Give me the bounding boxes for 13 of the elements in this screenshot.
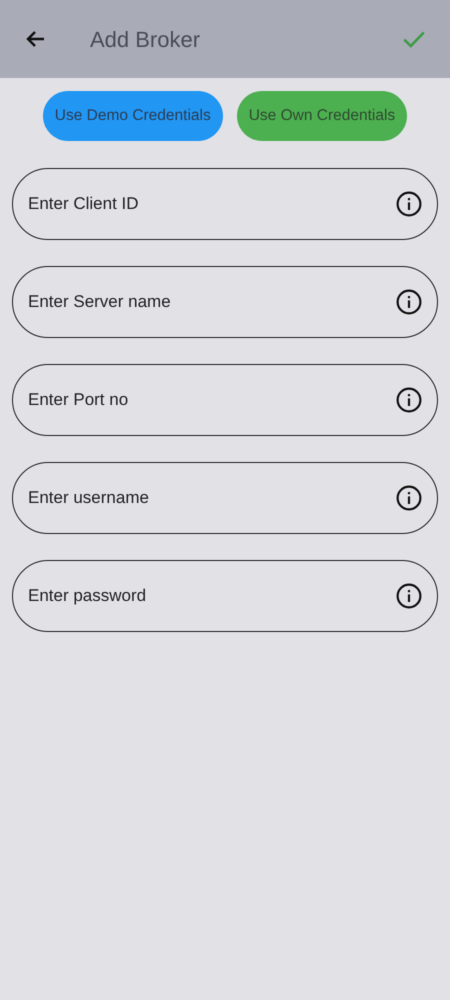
info-icon[interactable] xyxy=(396,289,422,315)
input-field[interactable]: Enter Server name xyxy=(12,266,438,338)
input-field[interactable]: Enter password xyxy=(12,560,438,632)
input-field[interactable]: Enter username xyxy=(12,462,438,534)
info-icon[interactable] xyxy=(396,191,422,217)
app-bar-title: Add Broker xyxy=(90,26,202,54)
credentials-button[interactable]: Use Own Credentials xyxy=(236,91,408,141)
info-icon[interactable] xyxy=(396,583,422,609)
credentials-button[interactable]: Use Demo Credentials xyxy=(42,91,223,141)
input-field[interactable]: Enter Port no xyxy=(12,364,438,436)
info-icon[interactable] xyxy=(396,387,422,413)
info-icon[interactable] xyxy=(396,485,422,511)
input-field[interactable]: Enter Client ID xyxy=(12,168,438,240)
